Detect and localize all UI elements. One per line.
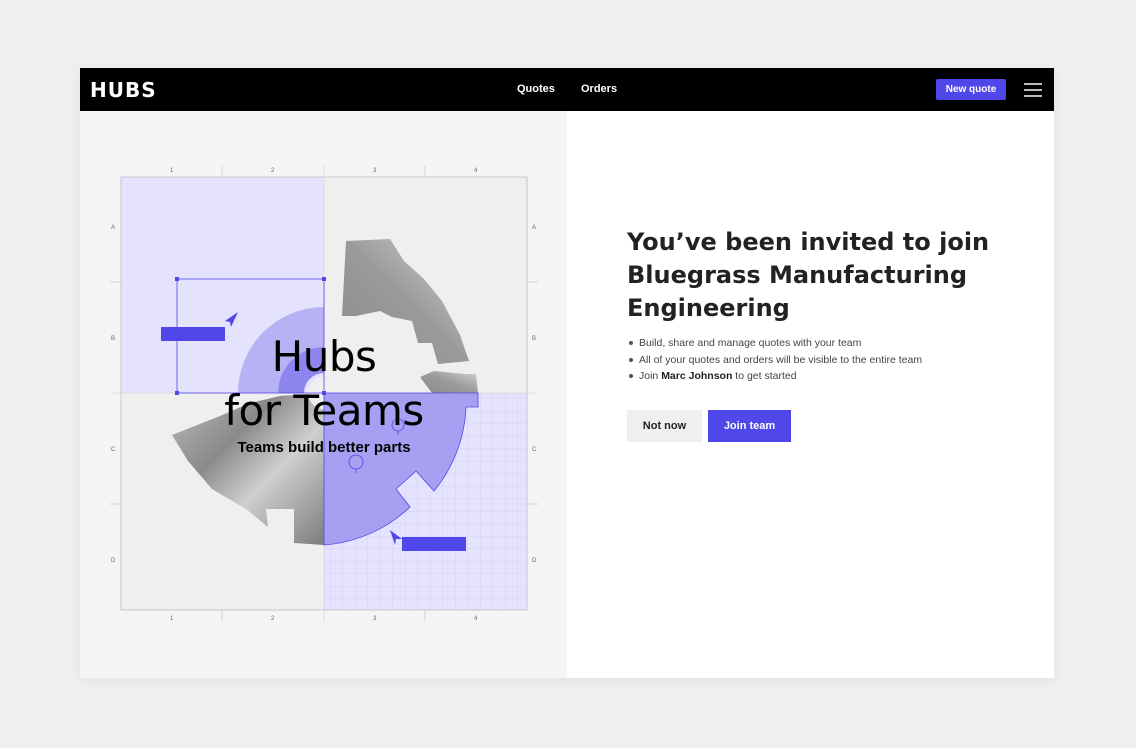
grid-row-label: C bbox=[111, 447, 116, 453]
nav-quotes-link[interactable]: Quotes bbox=[517, 83, 555, 95]
grid-row-label: A bbox=[532, 225, 536, 231]
grid-col-label: 3 bbox=[373, 168, 377, 174]
invite-panel: You’ve been invited to join Bluegrass Ma… bbox=[567, 111, 1054, 678]
grid-row-label: B bbox=[532, 336, 536, 342]
hero-title-line: for Teams bbox=[224, 386, 424, 435]
join-suffix: to get started bbox=[732, 370, 797, 382]
grid-col-label: 1 bbox=[170, 616, 174, 622]
grid-col-label: 2 bbox=[271, 616, 275, 622]
grid-col-label: 3 bbox=[373, 616, 377, 622]
hubs-logo[interactable]: HUBS bbox=[90, 78, 157, 102]
grid-row-label: C bbox=[532, 447, 537, 453]
hero-title-line: Hubs bbox=[271, 332, 377, 381]
invite-heading: You’ve been invited to join Bluegrass Ma… bbox=[627, 228, 990, 322]
join-prefix: Join bbox=[639, 370, 662, 382]
inviter-name: Marc Johnson bbox=[661, 370, 733, 382]
grid-row-label: A bbox=[111, 225, 115, 231]
grid-col-label: 1 bbox=[170, 168, 174, 174]
grid-col-label: 2 bbox=[271, 168, 275, 174]
list-item: Build, share and manage quotes with your… bbox=[629, 335, 922, 352]
accent-bar bbox=[402, 537, 466, 551]
hero-subtitle: Teams build better parts bbox=[237, 439, 411, 456]
hamburger-menu-icon[interactable] bbox=[1024, 83, 1042, 97]
app-window: HUBS Quotes Orders New quote 1 2 3 4 1 2… bbox=[80, 68, 1054, 678]
join-team-button[interactable]: Join team bbox=[708, 410, 791, 442]
list-item: All of your quotes and orders will be vi… bbox=[629, 352, 922, 369]
grid-row-label: D bbox=[111, 558, 116, 564]
new-quote-button[interactable]: New quote bbox=[936, 79, 1006, 100]
top-nav-bar: HUBS Quotes Orders New quote bbox=[80, 68, 1054, 111]
grid-col-label: 4 bbox=[474, 168, 478, 174]
grid-col-label: 4 bbox=[474, 616, 478, 622]
list-item: Join Marc Johnson to get started bbox=[629, 368, 922, 385]
grid-row-label: D bbox=[532, 558, 537, 564]
nav-orders-link[interactable]: Orders bbox=[581, 83, 617, 95]
hero-title: Hubs for Teams bbox=[170, 330, 478, 438]
benefits-list: Build, share and manage quotes with your… bbox=[629, 335, 922, 385]
not-now-button[interactable]: Not now bbox=[627, 410, 702, 442]
grid-row-label: B bbox=[111, 336, 115, 342]
hero-illustration-panel: 1 2 3 4 1 2 3 4 A B C D A B C D Hubs for… bbox=[80, 111, 567, 678]
